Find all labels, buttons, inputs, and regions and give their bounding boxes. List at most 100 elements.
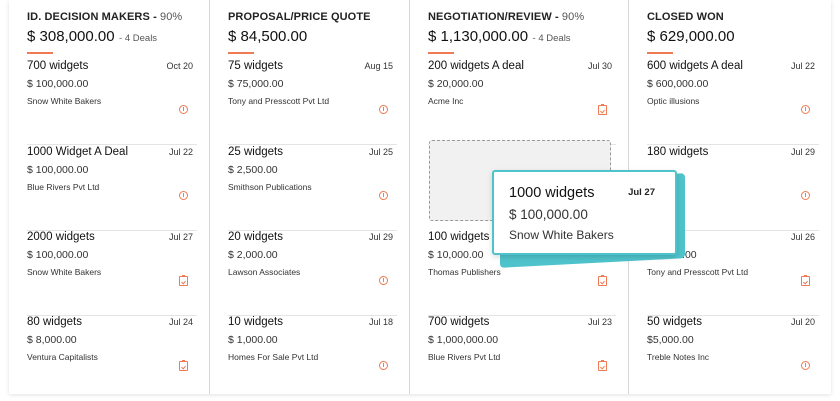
stage-name-row: ID. DECISION MAKERS - 90% xyxy=(27,11,199,23)
deal-card[interactable]: 10 widgets Jul 18 $ 1,000.00 Homes For Sale… xyxy=(210,316,409,401)
deal-card[interactable]: 2000 widgets Jul 27 $ 100,000.00 Snow White… xyxy=(9,231,209,316)
deal-close-date: Jul 27 xyxy=(168,232,193,242)
stage-deal-count: - 4 Deals xyxy=(532,33,571,44)
deal-title: 80 widgets xyxy=(27,316,82,328)
clock-icon[interactable] xyxy=(801,191,811,202)
stage-total-row: $ 1,130,000.00 - 4 Deals xyxy=(428,28,618,46)
deal-close-date: Jul 26 xyxy=(790,232,815,242)
deal-amount: $ 20,000.00 xyxy=(428,78,484,90)
column-header: ID. DECISION MAKERS - 90% $ 308,000.00 - … xyxy=(27,11,199,54)
deal-close-date: Jul 18 xyxy=(368,317,393,327)
deal-amount: $ 2,500.00 xyxy=(228,164,278,176)
deal-card[interactable]: 50 widgets Jul 20 $5,000.00 Treble Notes In… xyxy=(629,316,831,401)
pipeline-board: ID. DECISION MAKERS - 90% $ 308,000.00 - … xyxy=(9,0,831,394)
deal-title: 75 widgets xyxy=(228,60,283,72)
deal-amount: $5,000.00 xyxy=(647,334,694,346)
deal-amount: $ 2,000.00 xyxy=(228,249,278,261)
deal-close-date: Jul 29 xyxy=(790,147,815,157)
task-icon[interactable] xyxy=(598,360,608,372)
deal-amount: $ 1,000,000.00 xyxy=(428,334,499,346)
deal-company: Treble Notes Inc xyxy=(647,352,710,362)
deal-card[interactable]: 200 widgets A deal Jul 30 $ 20,000.00 Acme … xyxy=(410,60,628,145)
deal-card[interactable]: 75 widgets Aug 15 $ 75,000.00 Tony and Pres… xyxy=(210,60,409,145)
deal-card[interactable]: 20 widgets Jul 29 $ 2,000.00 Lawson Associa… xyxy=(210,231,409,316)
task-icon[interactable] xyxy=(598,104,608,116)
deal-title: 20 widgets xyxy=(228,231,283,243)
task-icon[interactable] xyxy=(179,360,189,372)
deal-amount: $ 8,000.00 xyxy=(27,334,77,346)
deal-company: Lawson Associates xyxy=(228,267,301,277)
deal-card[interactable]: 700 widgets Jul 23 $ 1,000,000.00 Blue Rive… xyxy=(410,316,628,401)
deal-close-date: Jul 25 xyxy=(368,147,393,157)
deal-title: 1000 Widget A Deal xyxy=(27,146,129,158)
header-accent-underline xyxy=(27,52,53,54)
clock-icon[interactable] xyxy=(379,105,389,116)
deal-company: Optic illusions xyxy=(647,96,700,106)
column-header: CLOSED WON $ 629,000.00 xyxy=(647,11,821,54)
pipeline-column: PROPOSAL/PRICE QUOTE $ 84,500.00 75 widg… xyxy=(210,0,410,394)
deal-title: 700 widgets xyxy=(428,316,490,328)
task-icon[interactable] xyxy=(801,275,811,287)
deal-company: Snow White Bakers xyxy=(27,96,102,106)
deal-amount: $ 100,000.00 xyxy=(27,78,89,90)
deal-title: 600 widgets A deal xyxy=(647,60,743,72)
deal-close-date: Jul 22 xyxy=(168,147,193,157)
clock-icon[interactable] xyxy=(179,105,189,116)
deal-company: Tony and Presscott Pvt Ltd xyxy=(647,267,749,277)
dragged-deal-card[interactable]: 1000 widgets Jul 27 $ 100,000.00 Snow Wh… xyxy=(492,170,677,255)
clock-icon[interactable] xyxy=(801,105,811,116)
deal-amount: $ 10,000.00 xyxy=(428,249,484,261)
deal-close-date: Oct 20 xyxy=(166,61,193,71)
deal-card[interactable]: 80 widgets Jul 24 $ 8,000.00 Ventura Capita… xyxy=(9,316,209,401)
clock-icon[interactable] xyxy=(379,361,389,372)
task-icon[interactable] xyxy=(179,275,189,287)
deal-title: 700 widgets xyxy=(27,60,89,72)
dragged-card-date: Jul 27 xyxy=(628,187,655,198)
stage-total-row: $ 84,500.00 xyxy=(228,28,399,46)
deal-close-date: Jul 29 xyxy=(368,232,393,242)
dragged-card-title: 1000 widgets xyxy=(509,185,595,201)
deal-amount: $ 75,000.00 xyxy=(228,78,284,90)
dragged-card-company: Snow White Bakers xyxy=(509,228,614,242)
deal-card[interactable]: 1000 Widget A Deal Jul 22 $ 100,000.00 Blue… xyxy=(9,146,209,231)
header-accent-underline xyxy=(428,52,454,54)
deal-company: Ventura Capitalists xyxy=(27,352,98,362)
column-header: NEGOTIATION/REVIEW - 90% $ 1,130,000.00 -… xyxy=(428,11,618,54)
deal-amount: $ 600,000.00 xyxy=(647,78,709,90)
deal-close-date: Jul 20 xyxy=(790,317,815,327)
deal-company: Blue Rivers Pvt Ltd xyxy=(428,352,501,362)
deal-company: Blue Rivers Pvt Ltd xyxy=(27,182,100,192)
header-accent-underline xyxy=(228,52,254,54)
stage-total-amount: $ 308,000.00 xyxy=(27,28,115,45)
stage-total-amount: $ 629,000.00 xyxy=(647,28,735,45)
deal-company: Tony and Presscott Pvt Ltd xyxy=(228,96,330,106)
deal-card[interactable]: 25 widgets Jul 25 $ 2,500.00 Smithson Publi… xyxy=(210,146,409,231)
deal-amount: $ 100,000.00 xyxy=(27,249,89,261)
deal-company: Homes For Sale Pvt Ltd xyxy=(228,352,319,362)
stage-probability: 90% xyxy=(160,11,183,23)
task-icon[interactable] xyxy=(598,275,608,287)
stage-deal-count: - 4 Deals xyxy=(119,33,158,44)
deal-title: 180 widgets xyxy=(647,146,709,158)
clock-icon[interactable] xyxy=(179,191,189,202)
stage-name-row: PROPOSAL/PRICE QUOTE xyxy=(228,11,399,23)
deal-card[interactable]: 600 widgets A deal Jul 22 $ 600,000.00 Opti… xyxy=(629,60,831,145)
stage-total-row: $ 629,000.00 xyxy=(647,28,821,46)
card-divider xyxy=(647,144,819,145)
deal-close-date: Jul 22 xyxy=(790,61,815,71)
stage-name: CLOSED WON xyxy=(647,11,724,23)
deal-company: Smithson Publications xyxy=(228,182,312,192)
clock-icon[interactable] xyxy=(801,361,811,372)
deal-close-date: Jul 23 xyxy=(587,317,612,327)
deal-title: 50 widgets xyxy=(647,316,702,328)
deal-company: Acme Inc xyxy=(428,96,464,106)
clock-icon[interactable] xyxy=(379,191,389,202)
card-divider xyxy=(27,144,197,145)
stage-name-row: CLOSED WON xyxy=(647,11,821,23)
deal-title: 200 widgets A deal xyxy=(428,60,524,72)
dragged-card-amount: $ 100,000.00 xyxy=(509,207,588,222)
clock-icon[interactable] xyxy=(379,276,389,287)
deal-card[interactable]: 700 widgets Oct 20 $ 100,000.00 Snow White … xyxy=(9,60,209,145)
column-header: PROPOSAL/PRICE QUOTE $ 84,500.00 xyxy=(228,11,399,54)
stage-name-row: NEGOTIATION/REVIEW - 90% xyxy=(428,11,618,23)
